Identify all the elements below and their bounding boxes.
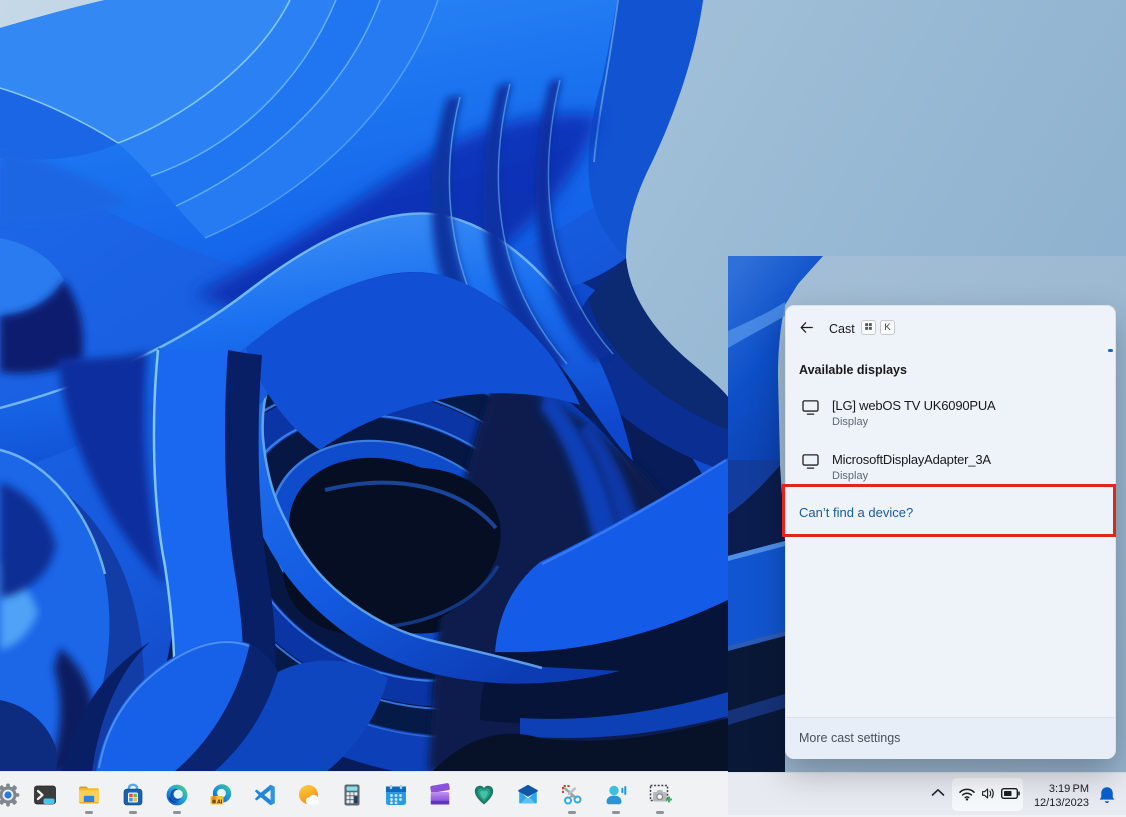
svg-text:AI: AI bbox=[217, 799, 223, 805]
